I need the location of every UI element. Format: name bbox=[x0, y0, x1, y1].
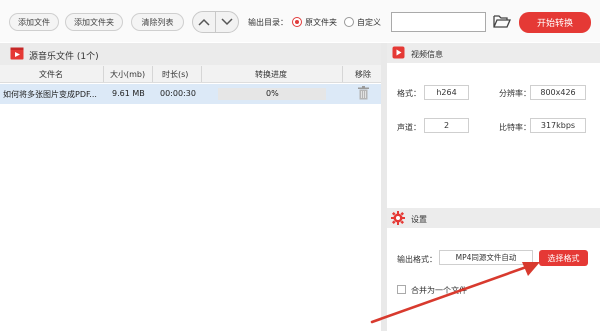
column-divider bbox=[103, 66, 104, 82]
column-divider bbox=[152, 66, 153, 82]
channels-value: 2 bbox=[424, 118, 469, 133]
radio-custom[interactable] bbox=[344, 17, 354, 27]
channels-label: 声道： bbox=[397, 123, 421, 132]
col-filename: 文件名 bbox=[39, 70, 63, 79]
col-remove: 移除 bbox=[355, 70, 371, 79]
move-order-group bbox=[192, 11, 239, 33]
bitrate-label: 比特率： bbox=[499, 123, 531, 132]
col-duration: 时长(s) bbox=[162, 70, 189, 79]
resolution-label: 分辨率： bbox=[499, 89, 531, 98]
output-dir-label: 输出目录： bbox=[248, 18, 288, 27]
video-info-title: 视频信息 bbox=[411, 50, 443, 59]
arrow-annotation bbox=[370, 262, 540, 324]
file-panel-title: 源音乐文件 (1个) bbox=[29, 52, 99, 62]
chevron-up-icon[interactable] bbox=[193, 12, 215, 32]
file-name-cell: 如何将多张图片变成PDF... bbox=[3, 90, 97, 99]
progress-percent: 0% bbox=[266, 89, 279, 98]
add-file-button[interactable]: 添加文件 bbox=[9, 13, 59, 31]
chevron-down-icon[interactable] bbox=[215, 12, 238, 32]
start-convert-button[interactable]: 开始转换 bbox=[519, 12, 591, 33]
trash-icon[interactable] bbox=[358, 86, 369, 103]
file-size-cell: 9.61 MB bbox=[112, 89, 145, 98]
folder-open-icon[interactable] bbox=[493, 14, 511, 32]
file-duration-cell: 00:00:30 bbox=[160, 89, 196, 98]
radio-source-folder[interactable] bbox=[292, 17, 302, 27]
column-divider bbox=[342, 66, 343, 82]
clear-list-button[interactable]: 清除列表 bbox=[131, 13, 184, 31]
column-divider bbox=[201, 66, 202, 82]
video-file-icon bbox=[10, 47, 24, 63]
format-label: 格式： bbox=[397, 89, 421, 98]
format-value: h264 bbox=[424, 85, 469, 100]
output-path-input[interactable] bbox=[391, 12, 486, 32]
col-size: 大小(mb) bbox=[110, 70, 146, 79]
add-folder-button[interactable]: 添加文件夹 bbox=[65, 13, 123, 31]
col-progress: 转换进度 bbox=[255, 70, 287, 79]
file-table-header: 文件名 大小(mb) 时长(s) 转换进度 移除 bbox=[0, 65, 381, 83]
radio-custom-label: 自定义 bbox=[357, 18, 381, 27]
bitrate-value: 317kbps bbox=[530, 118, 586, 133]
radio-source-folder-label: 原文件夹 bbox=[305, 18, 337, 27]
video-file-icon bbox=[392, 46, 405, 62]
resolution-value: 800x426 bbox=[530, 85, 586, 100]
gear-icon bbox=[391, 211, 405, 228]
settings-title: 设置 bbox=[411, 215, 427, 224]
